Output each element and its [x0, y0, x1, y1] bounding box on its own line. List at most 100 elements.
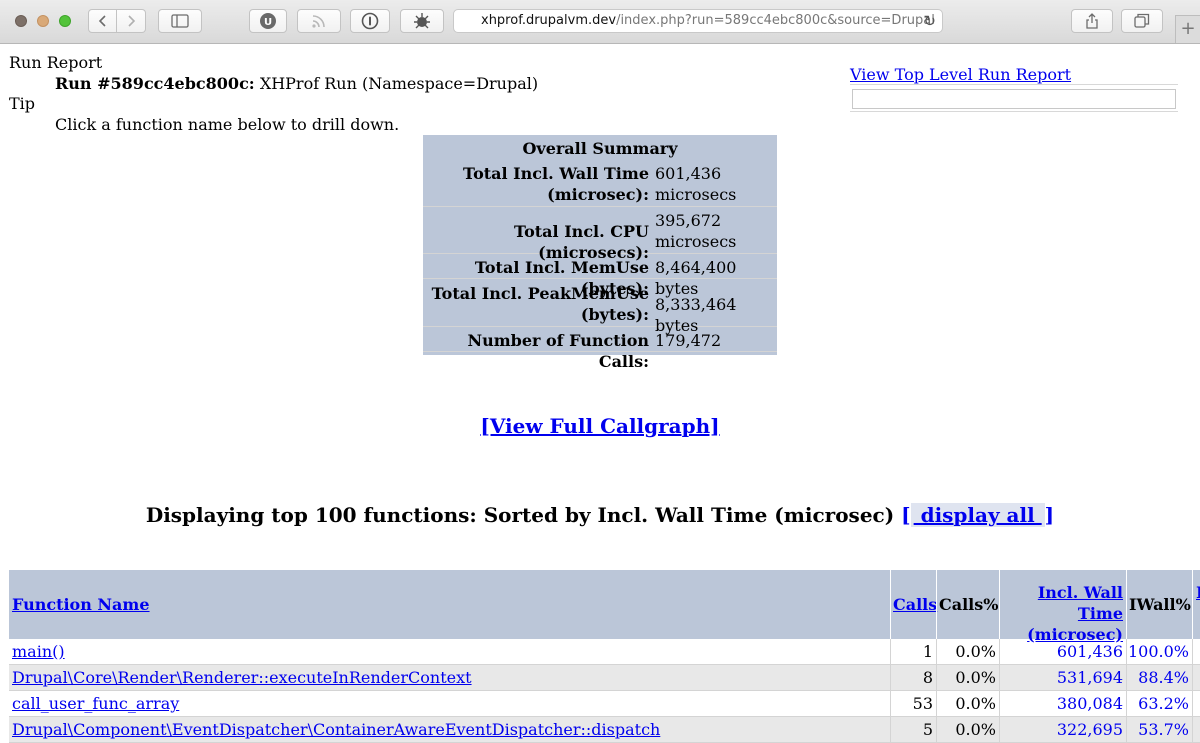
address-bar[interactable]: xhprof.drupalvm.dev/index.php?run=589cc4…	[453, 9, 943, 33]
calls-pct-header-label: Calls%	[939, 595, 999, 614]
table-row: main() 1 0.0% 601,436 100.0%	[9, 639, 1200, 665]
summary-title: Overall Summary	[522, 139, 678, 158]
page-content: Run Report Run #589cc4ebc800c: XHProf Ru…	[0, 44, 1200, 743]
function-name-link[interactable]: call_user_func_array	[12, 691, 179, 717]
tabs-overview-button[interactable]	[1121, 9, 1163, 33]
sidebar-toggle-button[interactable]	[158, 9, 202, 33]
summary-row: Number of Function Calls: 179,472	[423, 330, 777, 371]
minimize-window-button[interactable]	[37, 15, 49, 27]
password-extension-button[interactable]	[350, 9, 390, 33]
reload-icon[interactable]: ↻	[923, 10, 936, 32]
developer-extension-button[interactable]	[400, 9, 444, 33]
tip-title: Tip	[9, 94, 36, 113]
iwall-pct-cell: 100.0%	[1126, 639, 1192, 665]
sort-next-column-link[interactable]: E	[1196, 582, 1200, 603]
summary-value: 395,672	[655, 211, 722, 230]
function-name-link[interactable]: Drupal\Core\Render\Renderer::executeInRe…	[12, 665, 472, 691]
sort-incl-wall-link[interactable]: Incl. Wall Time (microsec)	[1000, 582, 1123, 645]
header-incl-wall-time: Incl. Wall Time (microsec)	[999, 570, 1126, 644]
summary-value-cont: microsecs	[655, 232, 737, 251]
maximize-window-button[interactable]	[59, 15, 71, 27]
summary-label: Number of Function Calls:	[467, 331, 649, 371]
header-calls-pct: Calls%	[936, 570, 999, 639]
summary-label: Total Incl. Wall Time	[463, 164, 649, 183]
listing-heading-text: Displaying top 100 functions: Sorted by …	[145, 503, 895, 527]
table-header-row: Function Name Calls Calls% Incl. Wall Ti…	[9, 570, 1200, 644]
sort-calls-link[interactable]: Calls	[893, 594, 937, 615]
listing-heading: Displaying top 100 functions: Sorted by …	[0, 503, 1200, 527]
header-iwall-pct: IWall%	[1126, 570, 1192, 639]
calls-cell: 8	[890, 665, 936, 691]
summary-row: Total Incl. MemUse (bytes): 8,464,400 by…	[423, 257, 777, 298]
run-report-title: Run Report	[9, 53, 103, 72]
function-name-link[interactable]: Drupal\Component\EventDispatcher\Contain…	[12, 717, 660, 743]
calls-cell: 53	[890, 691, 936, 717]
header-calls: Calls	[890, 570, 937, 639]
display-all-link[interactable]: [ display all ]	[901, 503, 1054, 527]
table-row: Drupal\Core\Render\Renderer::executeInRe…	[9, 665, 1200, 691]
back-button[interactable]	[88, 9, 117, 33]
summary-label-cont: (bytes):	[580, 305, 649, 324]
sort-function-name-link[interactable]: Function Name	[12, 594, 150, 615]
new-tab-button[interactable]: +	[1175, 15, 1200, 43]
url-path: /index.php?run=589cc4ebc800c&source=Drup…	[616, 13, 935, 28]
summary-label-cont: (microsec):	[547, 185, 649, 204]
close-window-button[interactable]	[15, 15, 27, 27]
svg-text:U: U	[264, 17, 272, 28]
display-all-text: display all	[910, 503, 1045, 527]
chevron-left-icon	[98, 15, 106, 27]
header-function-name: Function Name	[9, 570, 890, 639]
iwall-pct-cell: 63.2%	[1126, 691, 1192, 717]
incl-wall-cell: 601,436	[999, 639, 1126, 665]
rss-button[interactable]	[297, 9, 341, 33]
next-column-cell	[1192, 665, 1200, 691]
calls-pct-cell: 0.0%	[936, 691, 999, 717]
plus-icon: +	[1180, 18, 1196, 39]
bug-icon	[414, 13, 430, 29]
top-level-panel	[850, 84, 1178, 112]
chevron-right-icon	[128, 15, 136, 27]
table-row: Drupal\Component\EventDispatcher\Contain…	[9, 717, 1200, 743]
summary-row: Total Incl. Wall Time (microsec): 601,43…	[423, 163, 777, 207]
next-column-cell	[1192, 639, 1200, 665]
calls-pct-cell: 0.0%	[936, 717, 999, 743]
next-column-cell	[1192, 717, 1200, 743]
calls-pct-cell: 0.0%	[936, 639, 999, 665]
incl-wall-cell: 322,695	[999, 717, 1126, 743]
calls-cell: 1	[890, 639, 936, 665]
calls-cell: 5	[890, 717, 936, 743]
summary-label: Total Incl. PeakMemUse	[431, 284, 649, 303]
onepassword-icon	[361, 12, 379, 30]
run-description: XHProf Run (Namespace=Drupal)	[259, 74, 539, 93]
ublock-icon: U	[260, 13, 276, 29]
header-next-column: E	[1192, 570, 1200, 639]
incl-wall-cell: 531,694	[999, 665, 1126, 691]
run-info: Run #589cc4ebc800c: XHProf Run (Namespac…	[55, 74, 538, 93]
summary-value: 601,436	[655, 164, 722, 183]
top-level-input[interactable]	[852, 89, 1176, 109]
incl-wall-cell: 380,084	[999, 691, 1126, 717]
next-column-cell	[1192, 691, 1200, 717]
tip-text: Click a function name below to drill dow…	[55, 115, 400, 134]
iwall-pct-cell: 53.7%	[1126, 717, 1192, 743]
view-full-callgraph-link[interactable]: [View Full Callgraph]	[0, 414, 1200, 438]
extension-u-button[interactable]: U	[249, 9, 287, 33]
history-nav	[88, 9, 146, 33]
view-top-level-link[interactable]: View Top Level Run Report	[850, 65, 1071, 84]
summary-value: 179,472	[655, 331, 722, 350]
overall-summary-table: Overall Summary Total Incl. Wall Time (m…	[423, 135, 777, 371]
table-row: call_user_func_array 53 0.0% 380,084 63.…	[9, 691, 1200, 717]
summary-row: Total Incl. PeakMemUse (bytes): 8,333,46…	[423, 283, 777, 335]
run-id-label: Run #589cc4ebc800c:	[55, 74, 255, 93]
browser-toolbar: U xhprof.drupalvm.dev/index.php?run=589c…	[0, 0, 1200, 44]
calls-pct-cell: 0.0%	[936, 665, 999, 691]
tabs-icon	[1134, 13, 1150, 28]
forward-button[interactable]	[117, 9, 146, 33]
share-button[interactable]	[1071, 9, 1113, 33]
url-host: xhprof.drupalvm.dev	[481, 13, 617, 28]
function-name-link[interactable]: main()	[12, 639, 65, 665]
iwall-pct-cell: 88.4%	[1126, 665, 1192, 691]
summary-value-cont: microsecs	[655, 185, 737, 204]
iwall-pct-header-label: IWall%	[1129, 595, 1191, 614]
sidebar-icon	[171, 14, 189, 28]
